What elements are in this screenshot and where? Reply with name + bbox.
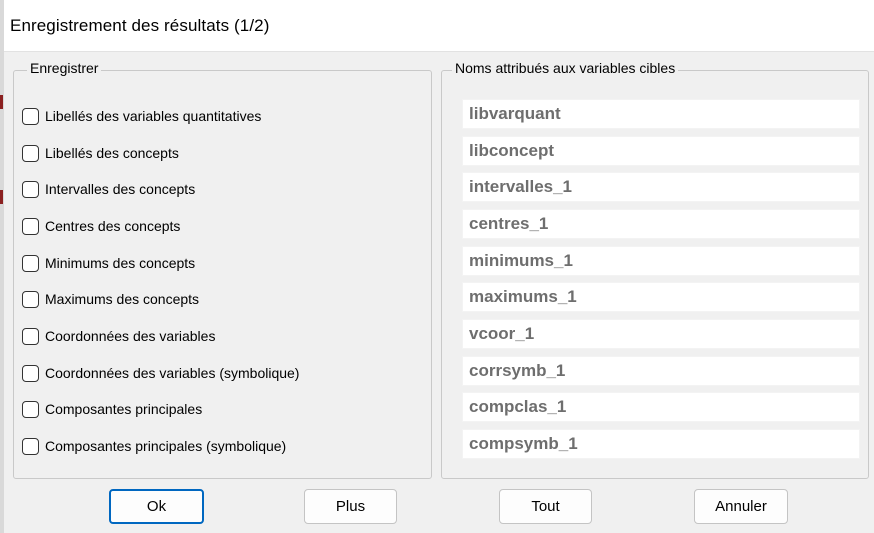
edge-mark (0, 95, 3, 109)
checkbox[interactable] (22, 364, 39, 382)
checkbox[interactable] (22, 144, 39, 162)
checkbox[interactable] (22, 290, 39, 308)
option-label: Composantes principales (symbolique) (45, 438, 287, 454)
option-coordonnees-variables[interactable]: Coordonnées des variables (22, 324, 215, 348)
edge-mark (0, 190, 3, 204)
checkbox[interactable] (22, 437, 39, 455)
checkbox[interactable] (22, 107, 39, 125)
option-composantes-principales-symbolique[interactable]: Composantes principales (symbolique) (22, 434, 286, 458)
target-names-group: Noms attribués aux variables cibles (441, 60, 869, 479)
target-name-field[interactable] (462, 429, 860, 459)
option-intervalles-concepts[interactable]: Intervalles des concepts (22, 177, 195, 201)
dialog-window: Enregistrement des résultats (1/2) Enreg… (0, 0, 874, 533)
option-label: Minimums des concepts (45, 255, 196, 271)
option-label: Libellés des concepts (45, 145, 179, 161)
option-centres-concepts[interactable]: Centres des concepts (22, 214, 180, 238)
checkbox[interactable] (22, 327, 39, 345)
option-maximums-concepts[interactable]: Maximums des concepts (22, 287, 199, 311)
target-name-field[interactable] (462, 356, 860, 386)
option-libelles-variables-quantitatives[interactable]: Libellés des variables quantitatives (22, 104, 261, 128)
option-label: Intervalles des concepts (45, 181, 196, 197)
option-label: Maximums des concepts (45, 291, 200, 307)
tout-button[interactable]: Tout (499, 489, 592, 524)
save-options-group-title: Enregistrer (27, 60, 102, 76)
option-composantes-principales[interactable]: Composantes principales (22, 397, 202, 421)
option-minimums-concepts[interactable]: Minimums des concepts (22, 251, 195, 275)
option-libelles-concepts[interactable]: Libellés des concepts (22, 141, 179, 165)
option-label: Centres des concepts (45, 218, 181, 234)
checkbox[interactable] (22, 217, 39, 235)
option-label: Libellés des variables quantitatives (45, 108, 262, 124)
target-name-field[interactable] (462, 172, 860, 202)
plus-button[interactable]: Plus (304, 489, 397, 524)
checkbox[interactable] (22, 254, 39, 272)
title-bar[interactable]: Enregistrement des résultats (1/2) (4, 0, 874, 52)
target-name-field[interactable] (462, 392, 860, 422)
target-names-group-title: Noms attribués aux variables cibles (452, 60, 679, 76)
option-label: Composantes principales (45, 401, 203, 417)
option-label: Coordonnées des variables (symbolique) (45, 365, 300, 381)
target-name-field[interactable] (462, 136, 860, 166)
annuler-button[interactable]: Annuler (694, 489, 788, 524)
checkbox[interactable] (22, 400, 39, 418)
option-label: Coordonnées des variables (45, 328, 216, 344)
target-name-field[interactable] (462, 99, 860, 129)
checkbox[interactable] (22, 180, 39, 198)
save-options-group: Enregistrer Libellés des variables quant… (13, 60, 432, 479)
option-coordonnees-variables-symbolique[interactable]: Coordonnées des variables (symbolique) (22, 361, 299, 385)
target-name-field[interactable] (462, 319, 860, 349)
target-name-field[interactable] (462, 209, 860, 239)
ok-button[interactable]: Ok (109, 489, 204, 524)
target-name-field[interactable] (462, 246, 860, 276)
target-name-field[interactable] (462, 282, 860, 312)
window-title: Enregistrement des résultats (1/2) (10, 16, 270, 35)
background-window-edge (0, 0, 4, 533)
